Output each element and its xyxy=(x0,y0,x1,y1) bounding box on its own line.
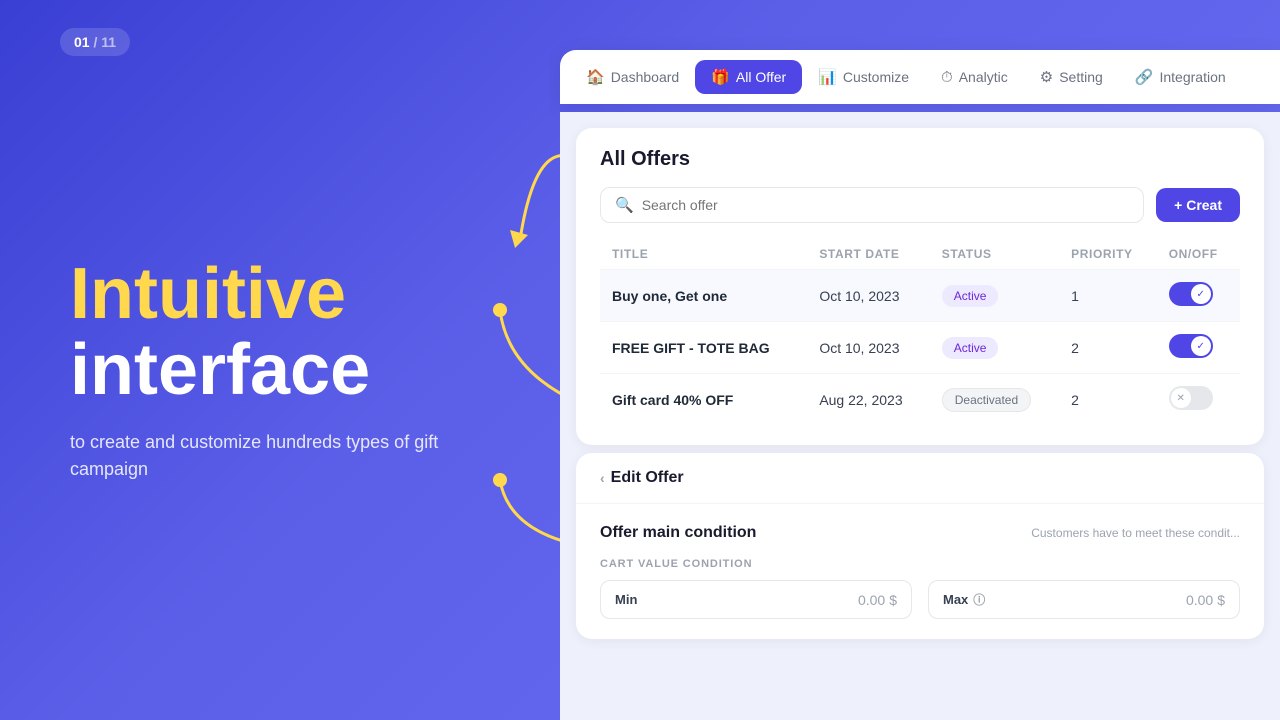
row1-title: Buy one, Get one xyxy=(600,270,807,322)
row2-title: FREE GIFT - TOTE BAG xyxy=(600,322,807,374)
row3-status: Deactivated xyxy=(930,374,1059,426)
nav-label-integration: Integration xyxy=(1159,69,1225,85)
col-header-start-date: START DATE xyxy=(807,239,929,270)
search-input[interactable] xyxy=(642,197,1129,213)
nav-item-dashboard[interactable]: 🏠 Dashboard xyxy=(570,60,695,94)
row3-title: Gift card 40% OFF xyxy=(600,374,807,426)
max-value: 0.00 xyxy=(1186,592,1213,608)
min-input-group[interactable]: Min 0.00 $ xyxy=(600,580,912,619)
setting-icon: ⚙ xyxy=(1040,68,1053,86)
toggle-off-3[interactable]: ✕ xyxy=(1169,386,1213,410)
table-row: Gift card 40% OFF Aug 22, 2023 Deactivat… xyxy=(600,374,1240,426)
slide-sep: / xyxy=(93,34,97,50)
nav-item-customize[interactable]: 📊 Customize xyxy=(802,60,925,94)
row3-priority: 2 xyxy=(1059,374,1157,426)
nav-item-all-offer[interactable]: 🎁 All Offer xyxy=(695,60,802,94)
edit-body: Offer main condition Customers have to m… xyxy=(576,504,1264,639)
row2-toggle[interactable]: ✓ xyxy=(1157,322,1240,374)
search-box[interactable]: 🔍 xyxy=(600,187,1144,223)
row2-date: Oct 10, 2023 xyxy=(807,322,929,374)
info-icon: ⓘ xyxy=(973,591,985,608)
status-badge: Active xyxy=(942,285,999,307)
section-hint: Customers have to meet these condit... xyxy=(1031,526,1240,540)
table-row: FREE GIFT - TOTE BAG Oct 10, 2023 Active… xyxy=(600,322,1240,374)
table-row: Buy one, Get one Oct 10, 2023 Active 1 ✓ xyxy=(600,270,1240,322)
slide-total: 11 xyxy=(101,34,116,50)
headline-yellow: Intuitive xyxy=(70,257,510,333)
main-content: All Offers 🔍 + Creat TITLE START DATE ST… xyxy=(560,112,1280,720)
offers-table: TITLE START DATE STATUS PRIORITY ON/OFF … xyxy=(600,239,1240,425)
min-value: 0.00 xyxy=(858,592,885,608)
status-badge: Active xyxy=(942,337,999,359)
toggle-knob-1: ✓ xyxy=(1191,284,1211,304)
create-button[interactable]: + Creat xyxy=(1156,188,1240,222)
search-icon: 🔍 xyxy=(615,196,634,214)
nav-label-dashboard: Dashboard xyxy=(611,69,680,85)
toggle-on-1[interactable]: ✓ xyxy=(1169,282,1213,306)
analytic-icon: ⏱ xyxy=(941,69,953,86)
nav-item-analytic[interactable]: ⏱ Analytic xyxy=(925,61,1024,94)
headline: Intuitive interface xyxy=(70,237,510,408)
col-header-title: TITLE xyxy=(600,239,807,270)
nav-label-setting: Setting xyxy=(1059,69,1103,85)
edit-header-title: ‹ Edit Offer xyxy=(600,469,684,487)
nav-bar: 🏠 Dashboard 🎁 All Offer 📊 Customize ⏱ An… xyxy=(560,50,1280,104)
edit-title-text: Edit Offer xyxy=(611,469,684,487)
row1-toggle[interactable]: ✓ xyxy=(1157,270,1240,322)
toolbar: 🔍 + Creat xyxy=(600,187,1240,223)
min-label: Min xyxy=(615,592,637,607)
row1-date: Oct 10, 2023 xyxy=(807,270,929,322)
col-header-priority: PRIORITY xyxy=(1059,239,1157,270)
col-header-status: STATUS xyxy=(930,239,1059,270)
nav-item-setting[interactable]: ⚙ Setting xyxy=(1024,60,1119,94)
dashboard-icon: 🏠 xyxy=(586,68,605,86)
toggle-knob-2: ✓ xyxy=(1191,336,1211,356)
max-input-group[interactable]: Max ⓘ 0.00 $ xyxy=(928,580,1240,619)
col-header-toggle: ON/OFF xyxy=(1157,239,1240,270)
min-currency: $ xyxy=(889,592,897,608)
row1-status: Active xyxy=(930,270,1059,322)
row3-date: Aug 22, 2023 xyxy=(807,374,929,426)
subtext: to create and customize hundreds types o… xyxy=(70,429,450,483)
row2-priority: 2 xyxy=(1059,322,1157,374)
max-currency: $ xyxy=(1217,592,1225,608)
nav-label-all-offer: All Offer xyxy=(736,69,786,85)
field-label: CART VALUE CONDITION xyxy=(600,558,1240,570)
right-panel: 🏠 Dashboard 🎁 All Offer 📊 Customize ⏱ An… xyxy=(550,0,1280,720)
edit-card: ‹ Edit Offer Offer main condition Custom… xyxy=(576,453,1264,639)
nav-item-integration[interactable]: 🔗 Integration xyxy=(1119,60,1242,94)
slide-current: 01 xyxy=(74,34,90,50)
left-panel: 01 / 11 Intuitive interface to create an… xyxy=(0,0,570,720)
offers-card: All Offers 🔍 + Creat TITLE START DATE ST… xyxy=(576,128,1264,445)
headline-white: interface xyxy=(70,333,510,409)
row1-priority: 1 xyxy=(1059,270,1157,322)
create-btn-label: + Creat xyxy=(1174,197,1222,213)
edit-header: ‹ Edit Offer xyxy=(576,453,1264,504)
integration-icon: 🔗 xyxy=(1135,68,1154,86)
nav-label-customize: Customize xyxy=(843,69,909,85)
slide-counter: 01 / 11 xyxy=(60,28,130,56)
input-row: Min 0.00 $ Max ⓘ 0.00 $ xyxy=(600,580,1240,619)
toggle-on-2[interactable]: ✓ xyxy=(1169,334,1213,358)
row2-status: Active xyxy=(930,322,1059,374)
max-label: Max ⓘ xyxy=(943,591,985,608)
status-badge: Deactivated xyxy=(942,388,1031,412)
nav-label-analytic: Analytic xyxy=(959,69,1008,85)
row3-toggle[interactable]: ✕ xyxy=(1157,374,1240,426)
section-title: Offer main condition xyxy=(600,524,756,542)
toggle-knob-3: ✕ xyxy=(1171,388,1191,408)
chevron-icon: ‹ xyxy=(600,470,605,486)
section-title-row: Offer main condition Customers have to m… xyxy=(600,524,1240,542)
customize-icon: 📊 xyxy=(818,68,837,86)
all-offer-icon: 🎁 xyxy=(711,68,730,86)
offers-card-title: All Offers xyxy=(600,148,1240,171)
